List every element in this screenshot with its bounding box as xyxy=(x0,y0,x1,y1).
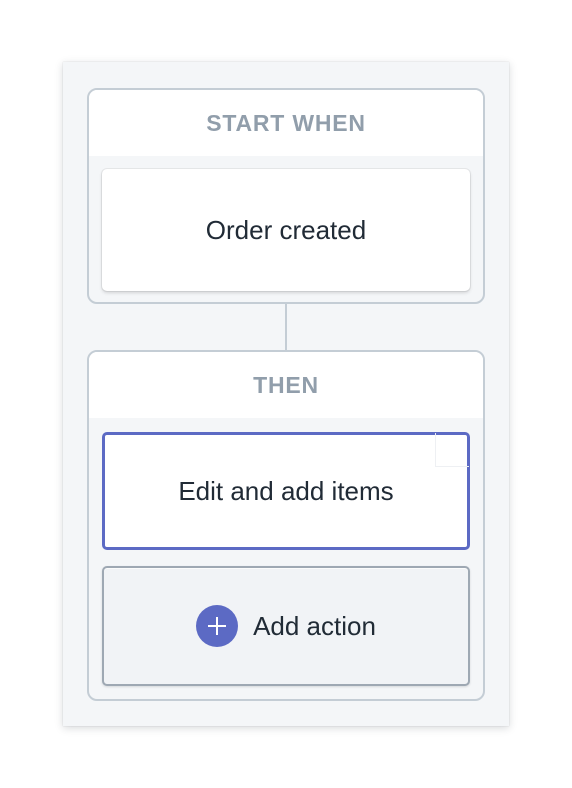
card-corner-mark xyxy=(435,433,469,467)
section-connector-line xyxy=(285,304,287,350)
trigger-card[interactable]: Order created xyxy=(102,169,470,291)
add-action-label: Add action xyxy=(253,610,376,641)
action-section: THEN Edit and add items Add action xyxy=(87,350,485,701)
action-card-edit-add-items[interactable]: Edit and add items xyxy=(102,432,470,550)
trigger-section-header: START WHEN xyxy=(89,90,483,156)
action-card-label: Edit and add items xyxy=(178,475,394,506)
workflow-canvas: START WHEN Order created THEN Edit and a… xyxy=(63,62,509,726)
action-section-header: THEN xyxy=(89,352,483,418)
trigger-section: START WHEN Order created xyxy=(87,88,485,304)
trigger-card-label: Order created xyxy=(205,214,367,245)
plus-icon xyxy=(196,605,239,647)
add-action-button[interactable]: Add action xyxy=(102,566,470,686)
